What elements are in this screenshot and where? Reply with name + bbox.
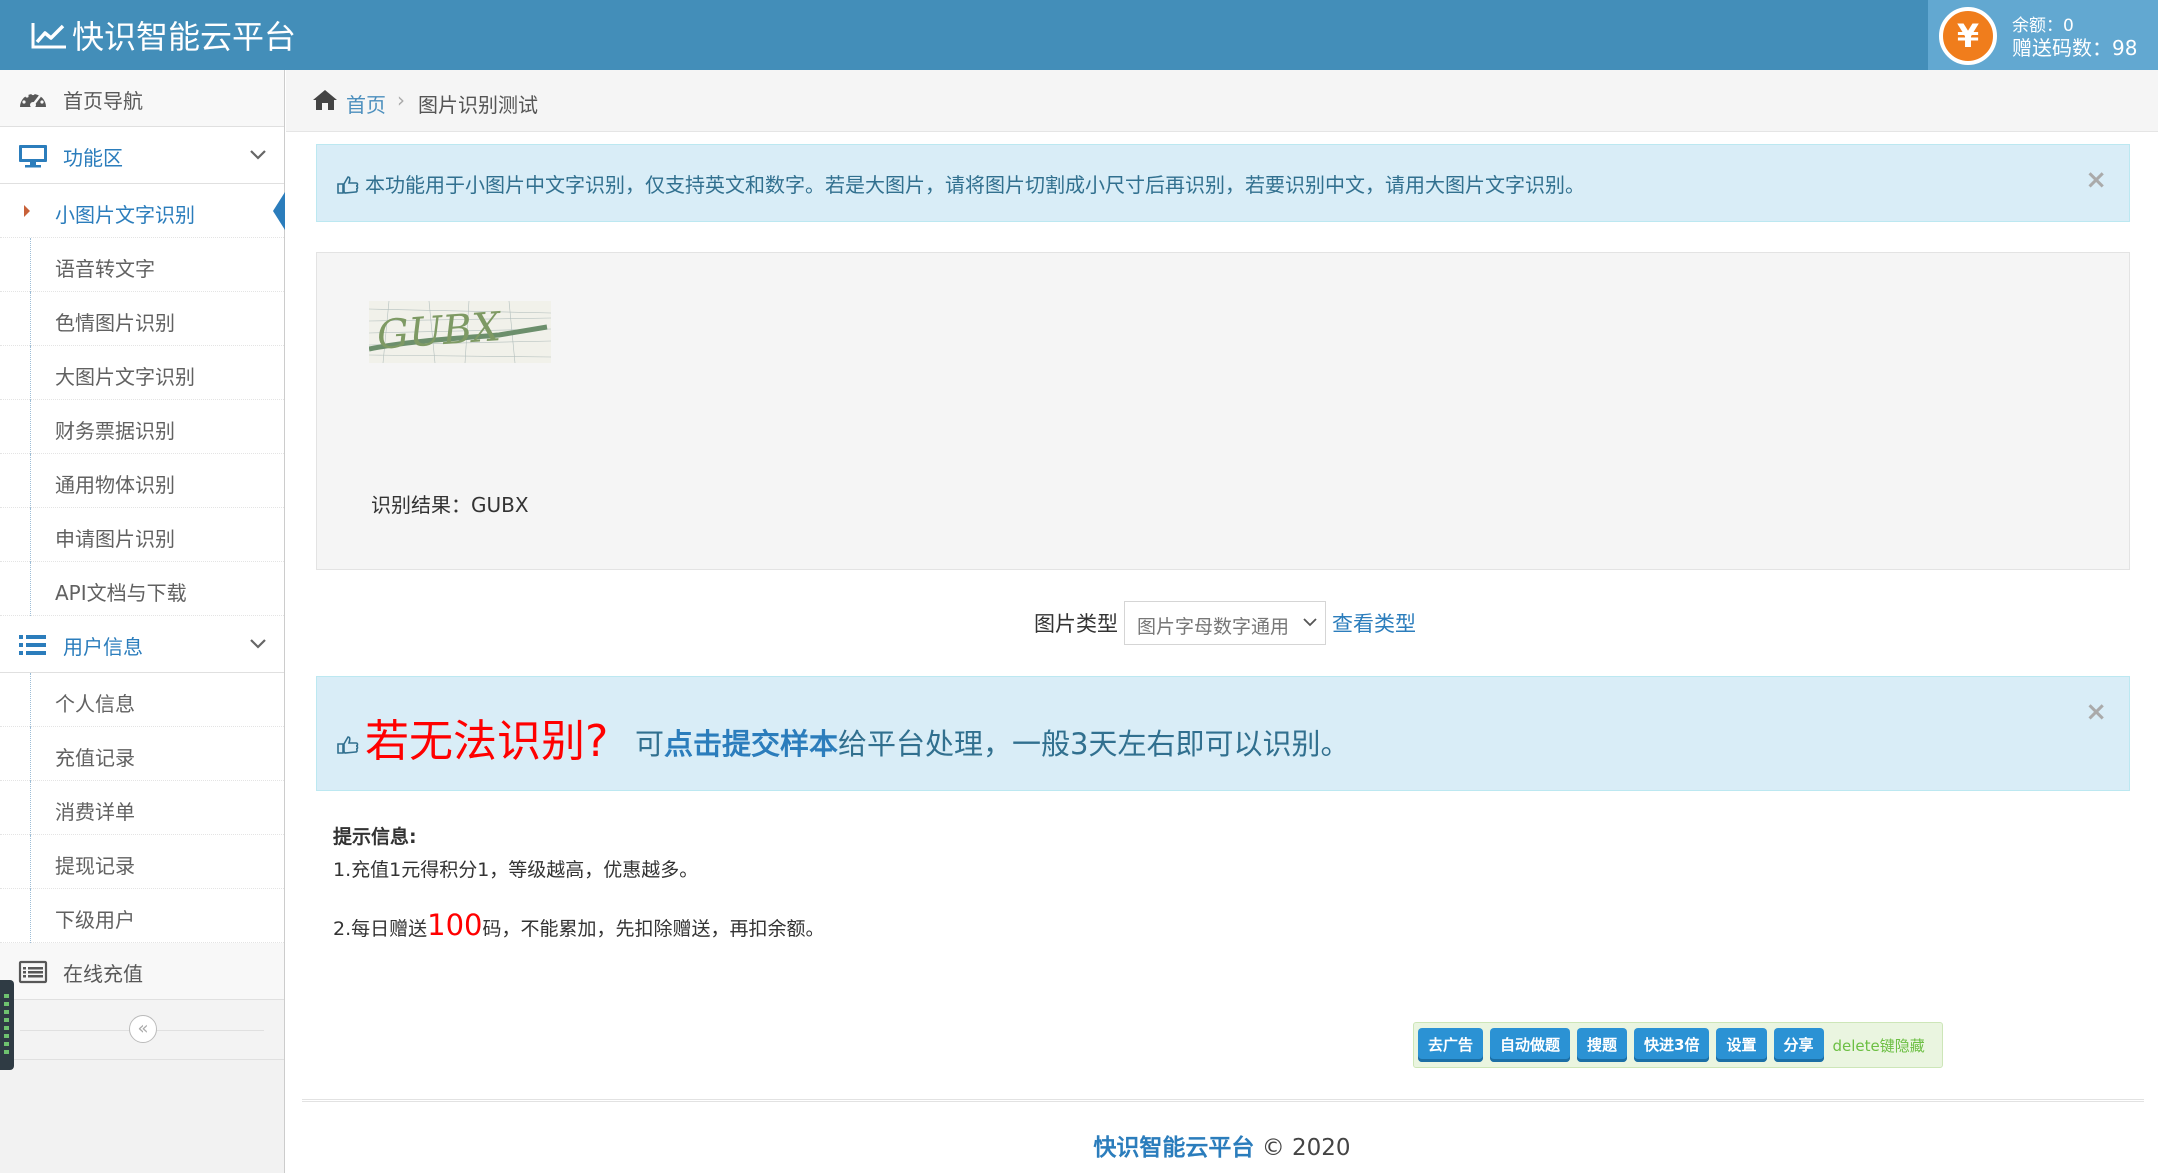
footer-divider [302, 1099, 2144, 1102]
sidebar-subitem-label: 色情图片识别 [55, 311, 175, 335]
brand[interactable]: 快识智能云平台 [30, 13, 296, 57]
sidebar-subitem-profile[interactable]: 个人信息 [0, 673, 284, 727]
brand-title: 快识智能云平台 [72, 18, 297, 56]
search-question-button[interactable]: 搜题 [1577, 1028, 1628, 1062]
sidebar-subitem-label: 个人信息 [55, 692, 135, 716]
speed-3x-button[interactable]: 快进3倍 [1634, 1028, 1710, 1062]
sidebar-subitem-label: 财务票据识别 [55, 419, 175, 443]
close-icon[interactable]: × [2085, 697, 2107, 727]
gift-count-text: 赠送码数：98 [2012, 36, 2138, 60]
sidebar-subitem-invoice-ocr[interactable]: 财务票据识别 [0, 400, 284, 454]
result-value: GUBX [471, 493, 529, 517]
breadcrumb-separator: › [397, 88, 405, 112]
list-icon [19, 635, 46, 655]
coin-icon: ¥ [1939, 7, 1997, 65]
dashboard-icon [20, 91, 46, 108]
chevron-down-icon [250, 150, 266, 160]
breadcrumb-home-link[interactable]: 首页 [346, 89, 386, 118]
sidebar-subitem-small-image-ocr[interactable]: 小图片文字识别 [0, 184, 285, 238]
sidebar-item-label: 功能区 [63, 146, 123, 170]
recognition-result: 识别结果：GUBX [371, 489, 529, 518]
view-types-link[interactable]: 查看类型 [1332, 608, 1416, 638]
captcha-image: GUBX [369, 301, 551, 363]
sidebar-item-label: 首页导航 [63, 89, 143, 113]
submit-sample-link[interactable]: 点击提交样本 [664, 727, 838, 761]
sidebar-subitem-label: 大图片文字识别 [55, 365, 195, 389]
share-button[interactable]: 分享 [1773, 1028, 1824, 1062]
sidebar-collapse-row: « [0, 1000, 284, 1060]
sidebar-subitem-label: 消费详单 [55, 800, 135, 824]
sidebar-subitem-label: 语音转文字 [55, 257, 155, 281]
collapse-sidebar-button[interactable]: « [129, 1015, 157, 1043]
desktop-icon [19, 145, 47, 168]
sidebar-subitem-large-image-ocr[interactable]: 大图片文字识别 [0, 346, 284, 400]
line-chart-icon [31, 23, 66, 49]
image-type-row: 图片类型 图片字母数字通用 查看类型 [1034, 600, 1416, 646]
sidebar-subitem-apply-image-ocr[interactable]: 申请图片识别 [0, 508, 284, 562]
breadcrumb-current: 图片识别测试 [418, 93, 538, 117]
sidebar-item-label: 用户信息 [63, 635, 143, 659]
sidebar-subitem-label: 充值记录 [55, 746, 135, 770]
submit-sample-text: 可点击提交样本给平台处理，一般3天左右即可以识别。 [635, 727, 1350, 761]
caret-right-icon [24, 205, 30, 217]
sidebar-subitem-label: 小图片文字识别 [55, 203, 195, 227]
tips-section: 提示信息: 1.充值1元得积分1，等级越高，优惠越多。 2.每日赠送100码，不… [333, 822, 825, 942]
close-icon[interactable]: × [2085, 165, 2107, 195]
sidebar-subitem-label: 申请图片识别 [55, 527, 175, 551]
auto-answer-button[interactable]: 自动做题 [1490, 1028, 1571, 1062]
sidebar-subitem-speech-to-text[interactable]: 语音转文字 [0, 238, 284, 292]
list-alt-icon [18, 960, 48, 984]
hand-pointer-icon [337, 736, 359, 754]
sidebar-subitem-label: API文档与下载 [55, 581, 187, 605]
home-icon [313, 90, 337, 110]
breadcrumb: 首页 › 图片识别测试 [286, 70, 2158, 132]
sidebar-subitem-porn-detection[interactable]: 色情图片识别 [0, 292, 284, 346]
info-alert: 本功能用于小图片中文字识别，仅支持英文和数字。若是大图片，请将图片切割成小尺寸后… [316, 144, 2130, 222]
footer-copyright: © 2020 [1261, 1135, 1351, 1161]
sidebar-subitem-api-docs[interactable]: API文档与下载 [0, 562, 284, 616]
active-indicator [273, 192, 285, 230]
sidebar-subitem-label: 下级用户 [55, 908, 135, 932]
chevron-down-icon [1303, 618, 1317, 627]
sidebar-item-functions[interactable]: 功能区 [0, 127, 284, 184]
submit-sample-alert: 若无法识别? 可点击提交样本给平台处理，一般3天左右即可以识别。 × [316, 676, 2130, 791]
image-type-selected: 图片字母数字通用 [1137, 616, 1290, 638]
sidebar-item-label: 在线充值 [63, 962, 143, 986]
floating-widget-handle[interactable] [0, 980, 14, 1070]
result-label: 识别结果： [371, 493, 471, 517]
sidebar-item-home[interactable]: 首页导航 [0, 70, 284, 127]
sidebar-subitem-label: 通用物体识别 [55, 473, 175, 497]
tip-line-1: 1.充值1元得积分1，等级越高，优惠越多。 [333, 859, 699, 881]
extension-hint: delete键隐藏 [1832, 1036, 1925, 1055]
image-type-select[interactable]: 图片字母数字通用 [1124, 601, 1326, 645]
footer: 快识智能云平台 © 2020 [0, 1128, 2158, 1162]
svg-text:GUBX: GUBX [376, 304, 504, 359]
recognition-result-panel: GUBX 识别结果：GUBX [316, 252, 2130, 570]
settings-button[interactable]: 设置 [1716, 1028, 1767, 1062]
sidebar-item-user-info[interactable]: 用户信息 [0, 616, 284, 673]
tips-title: 提示信息: [333, 826, 417, 848]
sidebar-subitem-consumption-details[interactable]: 消费详单 [0, 781, 284, 835]
sidebar-item-online-recharge[interactable]: 在线充值 [0, 943, 284, 1000]
user-account-box[interactable]: ¥ 余额：0 赠送码数：98 [1928, 0, 2158, 70]
sidebar-subitem-withdraw-history[interactable]: 提现记录 [0, 835, 284, 889]
sidebar-subitem-sub-users[interactable]: 下级用户 [0, 889, 284, 943]
image-type-label: 图片类型 [1034, 612, 1118, 636]
info-alert-text: 本功能用于小图片中文字识别，仅支持英文和数字。若是大图片，请将图片切割成小尺寸后… [365, 173, 1585, 197]
chevron-down-icon [250, 639, 266, 649]
sidebar-subitem-recharge-history[interactable]: 充值记录 [0, 727, 284, 781]
top-navbar: 快识智能云平台 ¥ 余额：0 赠送码数：98 [0, 0, 2158, 70]
cannot-recognize-heading: 若无法识别? [365, 716, 609, 767]
footer-brand: 快识智能云平台 [1093, 1135, 1255, 1161]
sidebar-subitem-label: 提现记录 [55, 854, 135, 878]
hand-pointer-icon [337, 176, 359, 194]
sidebar-subitem-object-recognition[interactable]: 通用物体识别 [0, 454, 284, 508]
tip-line-2: 2.每日赠送100码，不能累加，先扣除赠送，再扣余额。 [333, 908, 825, 942]
remove-ads-button[interactable]: 去广告 [1418, 1028, 1484, 1062]
sidebar: 首页导航 功能区 小图片文字识别 语音转文字 色情图片识别 大图片文字识别 财务… [0, 70, 285, 1173]
extension-toolbar: 去广告 自动做题 搜题 快进3倍 设置 分享 delete键隐藏 [1413, 1022, 1943, 1068]
